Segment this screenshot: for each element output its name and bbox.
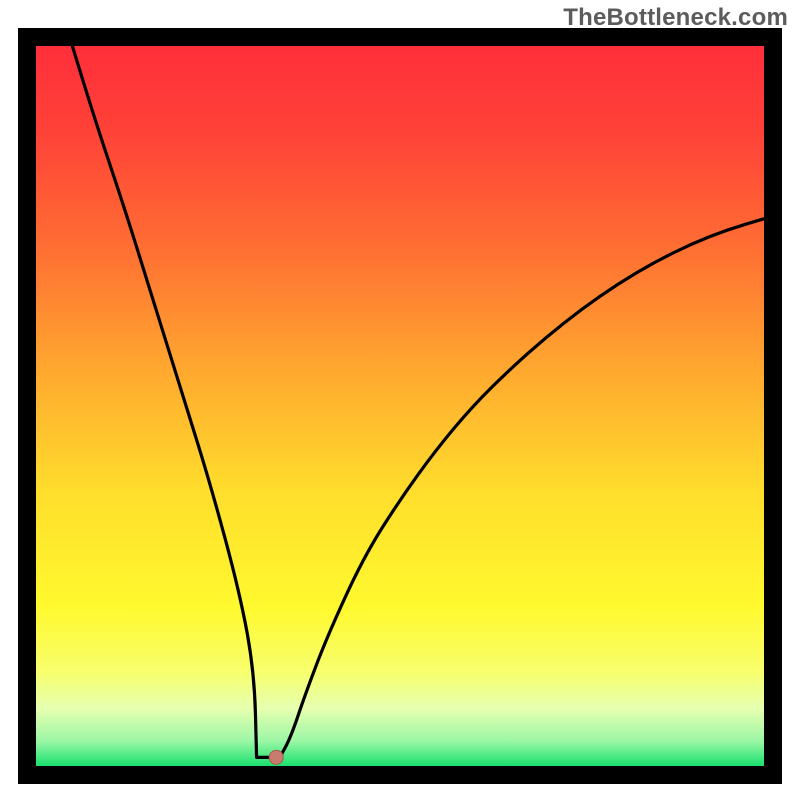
bottleneck-chart [36, 46, 764, 766]
gradient-background [36, 46, 764, 766]
watermark-text: TheBottleneck.com [563, 4, 788, 32]
chart-plot-area [36, 46, 764, 766]
chart-frame [18, 28, 782, 784]
optimal-point-marker [269, 750, 283, 764]
